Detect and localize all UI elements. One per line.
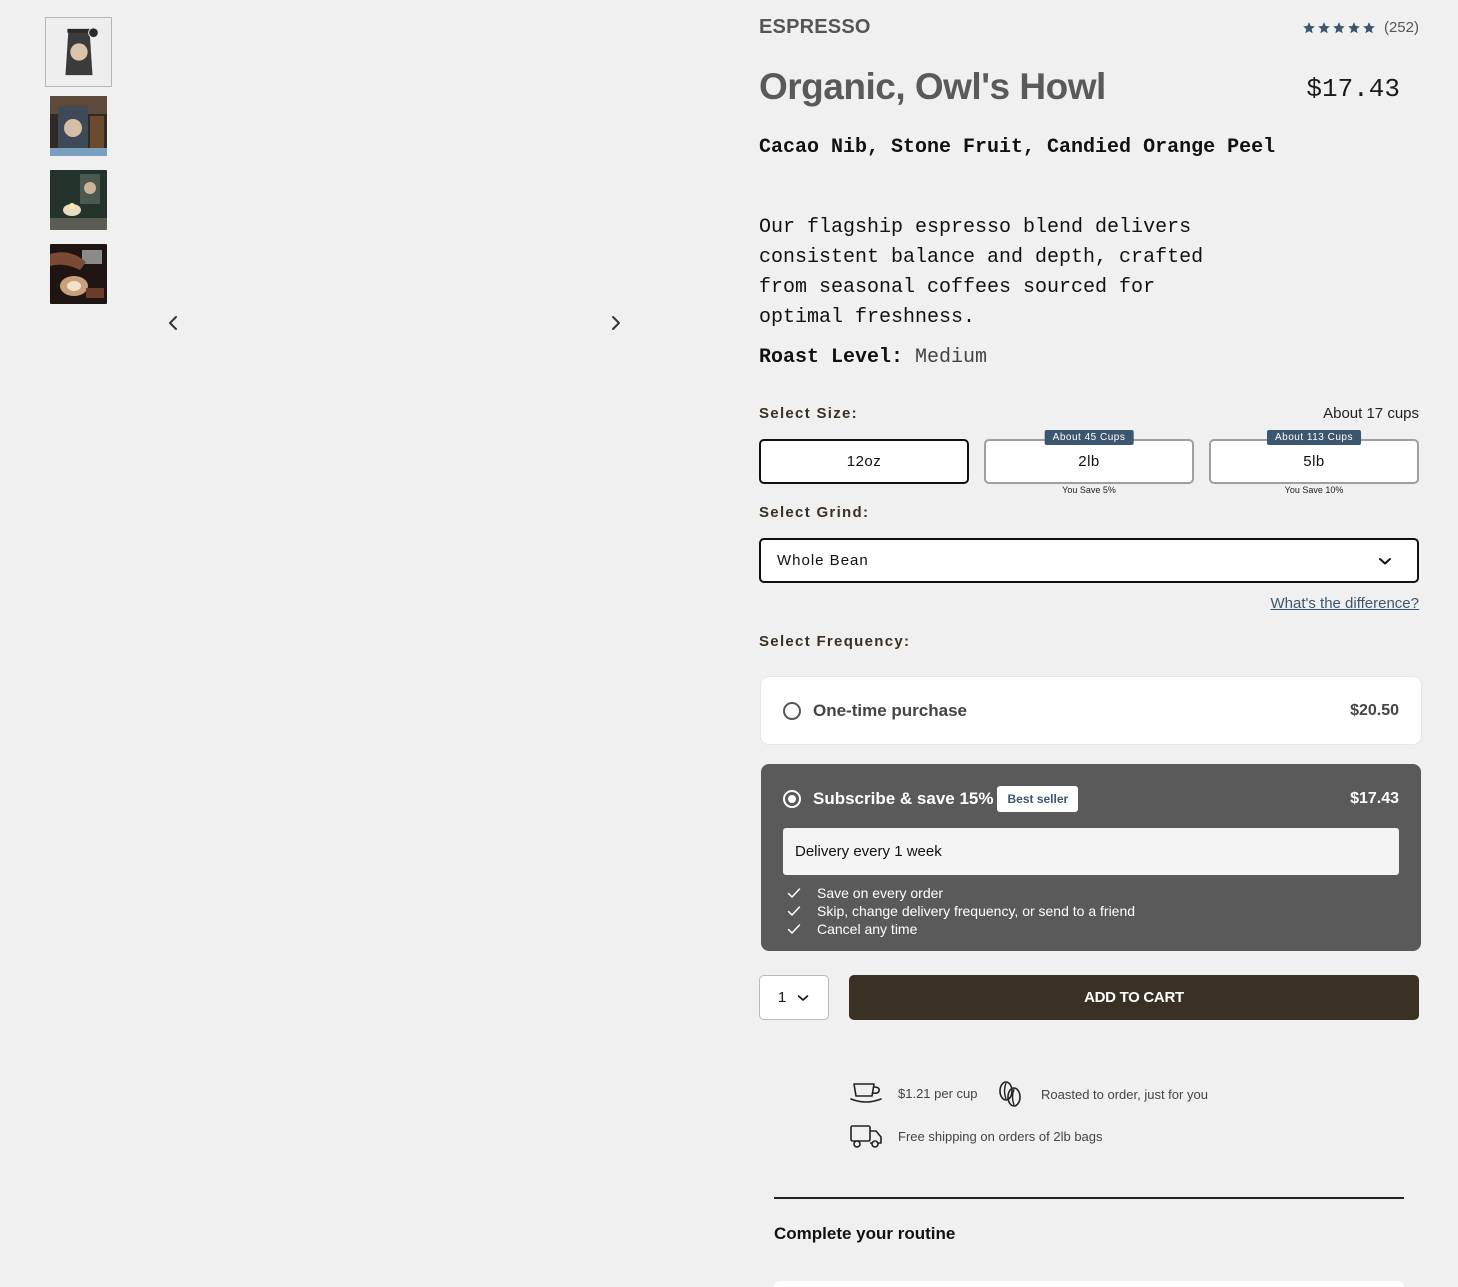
per-cup-text: $1.21 per cup — [898, 1085, 978, 1101]
one-time-purchase-option[interactable]: One-time purchase $20.50 — [761, 677, 1421, 744]
add-to-cart-button[interactable]: ADD TO CART — [849, 975, 1419, 1020]
check-icon — [787, 906, 801, 916]
thumbnail-candle-lifestyle[interactable] — [50, 170, 107, 230]
tasting-notes: Cacao Nib, Stone Fruit, Candied Orange P… — [759, 136, 1276, 159]
one-time-purchase-price: $20.50 — [1350, 701, 1399, 719]
chevron-down-icon — [1379, 557, 1391, 564]
size-savings-text: You Save 5% — [1062, 485, 1116, 495]
gallery-previous-button[interactable] — [162, 312, 184, 334]
cups-badge: About 45 Cups — [1044, 430, 1134, 445]
product-category: ESPRESSO — [759, 16, 871, 38]
complete-routine-heading: Complete your routine — [774, 1224, 956, 1243]
delivery-truck-icon — [850, 1125, 882, 1148]
star-icon — [1348, 21, 1360, 33]
roasted-text: Roasted to order, just for you — [1041, 1086, 1208, 1102]
size-option-12oz[interactable]: 12oz — [759, 439, 969, 484]
select-size-label: Select Size: — [759, 405, 858, 422]
shipping-feature: Free shipping on orders of 2lb bags — [849, 1122, 1103, 1150]
rating-summary[interactable]: (252) — [1302, 19, 1419, 36]
cups-badge: About 113 Cups — [1267, 430, 1361, 445]
star-icon — [1318, 21, 1330, 33]
perk-item: Save on every order — [783, 884, 1399, 902]
one-time-purchase-label: One-time purchase — [813, 700, 967, 720]
coffee-cup-icon — [850, 1083, 882, 1103]
size-options: 12oz About 45 Cups 2lb You Save 5% About… — [759, 430, 1419, 499]
thumbnail-bag-lifestyle[interactable] — [50, 96, 107, 156]
latte-art-image — [50, 244, 107, 304]
subscription-perks: Save on every order Skip, change deliver… — [783, 884, 1399, 938]
thumbnail-list — [45, 17, 112, 318]
check-icon — [787, 924, 801, 934]
grind-selected-value: Whole Bean — [777, 552, 869, 569]
thumbnail-latte-art[interactable] — [50, 244, 107, 304]
radio-unselected-icon[interactable] — [783, 701, 801, 720]
chevron-left-icon — [169, 316, 177, 330]
select-grind-label: Select Grind: — [759, 504, 870, 521]
per-cup-feature: $1.21 per cup — [850, 1081, 978, 1105]
gallery-next-button[interactable] — [605, 312, 627, 334]
chevron-down-icon — [797, 994, 809, 1001]
perk-item: Skip, change delivery frequency, or send… — [783, 902, 1399, 920]
star-icon — [1363, 21, 1375, 33]
roasted-feature: Roasted to order, just for you — [997, 1080, 1208, 1108]
quantity-select[interactable]: 1 — [759, 975, 829, 1020]
star-icon — [1303, 21, 1315, 33]
rating-count: (252) — [1383, 19, 1419, 36]
roast-level-label: Roast Level: — [759, 346, 904, 369]
perk-text: Skip, change delivery frequency, or send… — [817, 903, 1136, 919]
product-price: $17.43 — [1306, 74, 1400, 104]
product-description: Our flagship espresso blend delivers con… — [759, 216, 1204, 329]
lifestyle-bag-image — [50, 96, 107, 156]
select-frequency-label: Select Frequency: — [759, 633, 911, 650]
product-bag-image — [51, 23, 106, 81]
size-option-label: 12oz — [846, 453, 882, 470]
grind-difference-link[interactable]: What's the difference? — [1270, 595, 1419, 612]
subscribe-price: $17.43 — [1350, 790, 1399, 807]
subscribe-label: Subscribe & save 15% — [813, 789, 994, 808]
check-icon — [787, 888, 801, 898]
size-option-label: 5lb — [1303, 453, 1325, 470]
routine-product-card[interactable] — [774, 1281, 1404, 1287]
perk-item: Cancel any time — [783, 920, 1399, 938]
thumbnail-bag-front[interactable] — [45, 17, 112, 87]
best-seller-badge: Best seller — [997, 786, 1079, 812]
coffee-beans-icon — [999, 1081, 1021, 1107]
size-savings-text: You Save 10% — [1284, 485, 1344, 495]
star-rating — [1302, 21, 1376, 35]
chevron-right-icon — [612, 316, 620, 330]
subscribe-header: Subscribe & save 15% Best seller $17.43 — [783, 764, 1399, 834]
quantity-value: 1 — [777, 989, 787, 1006]
cups-estimate: About 17 cups — [1323, 405, 1419, 422]
perk-text: Save on every order — [817, 885, 944, 901]
lifestyle-candle-image — [50, 170, 107, 230]
product-title: Organic, Owl's Howl — [759, 66, 1106, 107]
roast-level-value: Medium — [915, 346, 988, 369]
grind-select[interactable]: Whole Bean — [759, 538, 1419, 583]
subscribe-option[interactable]: Subscribe & save 15% Best seller $17.43 … — [761, 764, 1421, 951]
star-icon — [1333, 21, 1345, 33]
roast-level: Roast Level: Medium — [759, 343, 987, 373]
perk-text: Cancel any time — [817, 921, 918, 937]
radio-selected-icon[interactable] — [783, 790, 801, 808]
size-option-label: 2lb — [1078, 453, 1100, 470]
section-divider — [774, 1197, 1404, 1199]
size-option-2lb[interactable]: About 45 Cups 2lb — [984, 430, 1194, 484]
delivery-frequency-select[interactable]: Delivery every 1 week — [783, 828, 1399, 875]
shipping-text: Free shipping on orders of 2lb bags — [898, 1128, 1103, 1144]
size-option-5lb[interactable]: About 113 Cups 5lb — [1209, 430, 1419, 484]
